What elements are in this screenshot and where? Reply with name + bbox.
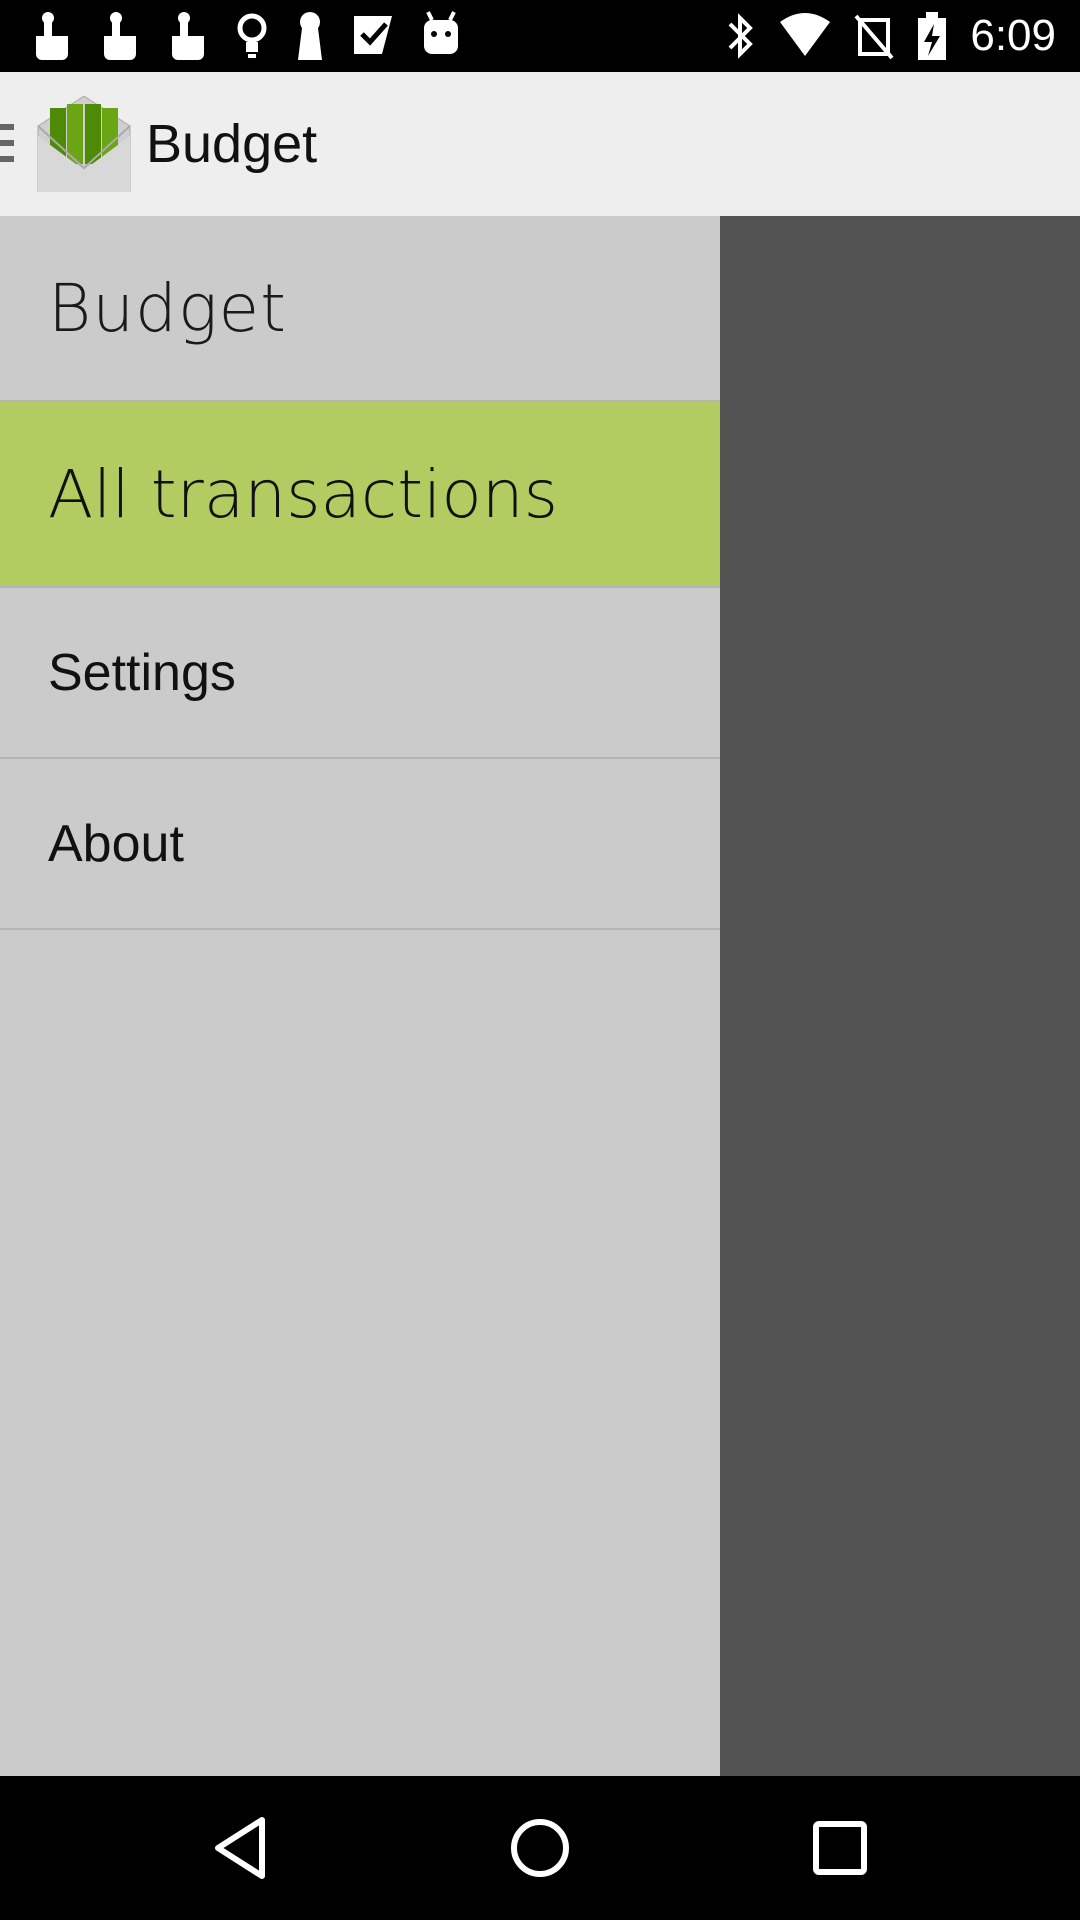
drawer-item-about[interactable]: About (0, 759, 720, 930)
touch-icon (36, 12, 68, 60)
recents-icon[interactable] (804, 1812, 876, 1884)
no-sim-icon (854, 14, 894, 60)
notification-icons (30, 10, 464, 62)
bluetooth-icon (728, 13, 754, 59)
screen: 6:09 Budget Budget All transactions Sett… (0, 0, 1080, 1920)
lightbulb-icon (237, 13, 267, 58)
android-icon (424, 11, 458, 54)
drawer-item-label: All transactions (48, 455, 559, 533)
budget-envelope-icon[interactable] (36, 96, 132, 192)
status-time: 6:09 (970, 11, 1056, 60)
drawer-header: Budget (0, 216, 720, 402)
home-icon[interactable] (504, 1812, 576, 1884)
navigation-drawer: Budget All transactions Settings About (0, 216, 720, 1776)
drawer-header-title: Budget (48, 269, 288, 347)
touch-icon (104, 12, 136, 60)
back-icon[interactable] (204, 1812, 276, 1884)
wifi-icon (780, 13, 831, 56)
system-icons: 6:09 (724, 10, 1056, 62)
touch-icon (172, 12, 204, 60)
status-bar: 6:09 (0, 0, 1080, 72)
drawer-indicator-icon[interactable] (0, 124, 16, 168)
action-bar: Budget (0, 72, 1080, 217)
navigation-bar (0, 1776, 1080, 1920)
drawer-item-label: Settings (48, 643, 236, 702)
app-title: Budget (146, 114, 318, 174)
keyhole-icon (298, 12, 322, 60)
drawer-item-all-transactions[interactable]: All transactions (0, 402, 720, 588)
drawer-item-label: About (48, 814, 184, 873)
check-icon (354, 16, 392, 54)
drawer-item-settings[interactable]: Settings (0, 588, 720, 759)
battery-charging-icon (918, 12, 947, 60)
